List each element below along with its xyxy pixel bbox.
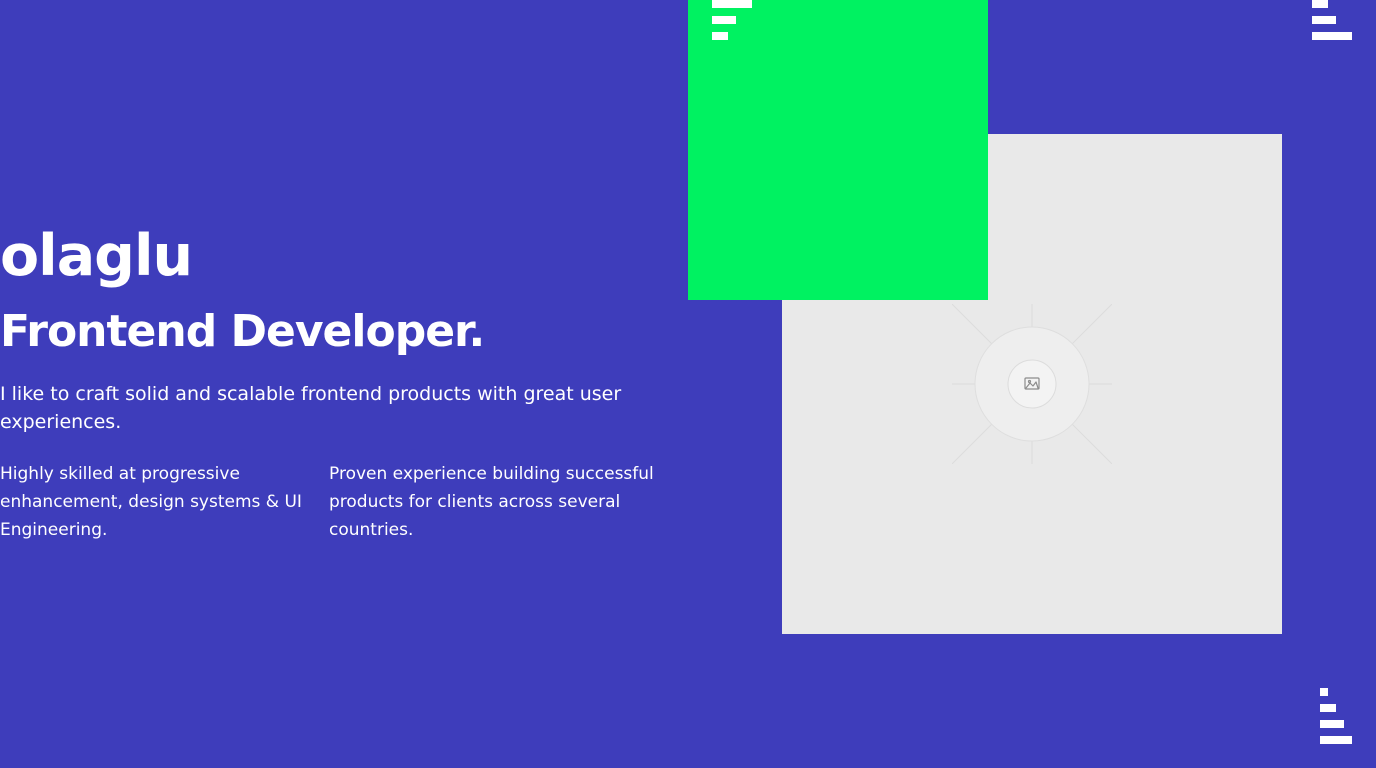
- bars-decoration-icon: [712, 0, 752, 40]
- bars-decoration-icon: [1312, 0, 1352, 40]
- hero-section: olaglu Frontend Developer. I like to cra…: [0, 0, 700, 768]
- hero-intro-text: I like to craft solid and scalable front…: [0, 383, 622, 433]
- bars-decoration-icon: [1320, 688, 1352, 744]
- hero-role-title: Frontend Developer.: [0, 306, 485, 357]
- image-placeholder-icon: [952, 304, 1112, 464]
- feature-text-experience: Proven experience building successful pr…: [329, 464, 654, 540]
- hero-name: olaglu: [0, 223, 193, 289]
- feature-text-skills: Highly skilled at progressive enhancemen…: [0, 464, 302, 540]
- accent-green-block: [688, 0, 988, 300]
